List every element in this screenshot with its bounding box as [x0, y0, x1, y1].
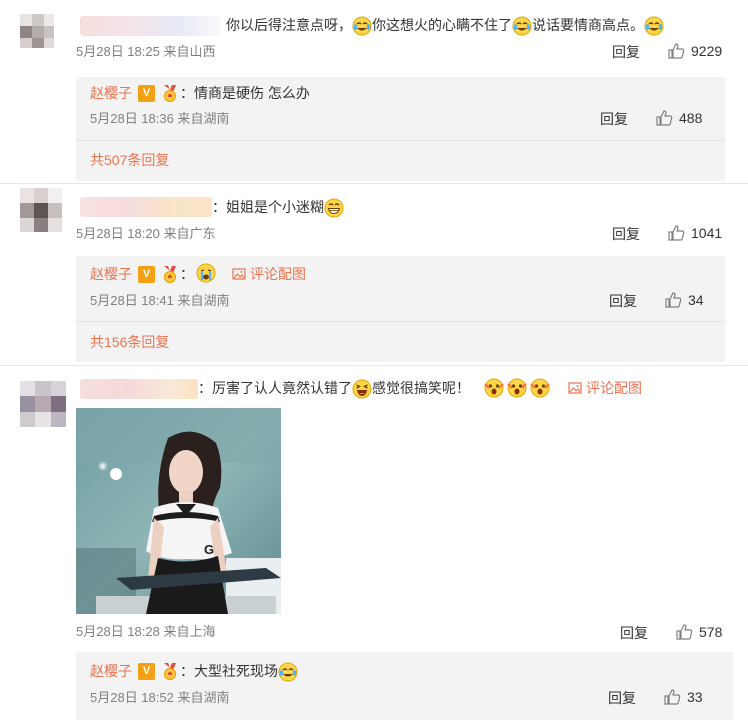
- like-button[interactable]: 488: [655, 109, 702, 127]
- vip-badge-icon: V: [138, 266, 155, 283]
- laugh-emoji: [352, 379, 372, 399]
- thumb-up-icon: [665, 292, 682, 308]
- scream-emoji: [507, 378, 527, 398]
- reply-button[interactable]: 回复: [612, 225, 640, 243]
- comment-text: 你以后得注意点呀， 你这想火的心瞒不住了 说话要情商高点。: [226, 15, 664, 36]
- laugh-cry-emoji: [512, 16, 532, 36]
- scream-emoji: [484, 378, 504, 398]
- vip-badge-icon: V: [138, 85, 155, 102]
- comment-text: ：厉害了认人竟然认错了 感觉很搞笑呢！: [198, 378, 470, 399]
- like-count: 34: [688, 292, 704, 308]
- separator: [0, 365, 748, 366]
- reply-text: ：情商是硬伤 怎么办: [180, 85, 310, 101]
- like-count: 9229: [691, 43, 723, 59]
- reply-box: 赵樱子 V ：大型社死现场 5月28日 18:52 来自湖南 回复 33: [76, 652, 733, 720]
- reply-button[interactable]: 回复: [612, 43, 640, 61]
- thumb-up-icon: [676, 624, 693, 640]
- total-replies-link[interactable]: 共156条回复: [90, 333, 169, 351]
- image-icon: [568, 382, 582, 394]
- username-blurred[interactable]: [80, 16, 220, 36]
- image-icon: [232, 268, 246, 280]
- divider: [76, 140, 725, 141]
- reply-button[interactable]: 回复: [620, 624, 648, 642]
- thumb-up-icon: [664, 689, 681, 705]
- separator: [0, 183, 748, 184]
- comment-meta: 5月28日 18:25 来自山西: [76, 44, 216, 59]
- reply-box: 赵樱子 V ：情商是硬伤 怎么办 5月28日 18:36 来自湖南 回复 488…: [76, 77, 725, 181]
- reply-box: 赵樱子 V ： 评论配图 5月28日 18:41 来自湖南 回复 34 共156…: [76, 256, 725, 362]
- medal-icon: [164, 266, 176, 283]
- reply-button[interactable]: 回复: [600, 110, 628, 128]
- like-count: 1041: [691, 225, 723, 241]
- username-blurred[interactable]: [80, 379, 198, 399]
- medal-icon: [164, 663, 176, 680]
- like-count: 578: [699, 624, 723, 640]
- reply-meta: 5月28日 18:52 来自湖南: [90, 690, 230, 705]
- reply-author[interactable]: 赵樱子: [90, 83, 132, 103]
- reply-author[interactable]: 赵樱子: [90, 264, 132, 284]
- thumb-up-icon: [668, 43, 685, 59]
- like-button[interactable]: 578: [675, 623, 722, 641]
- comment-image-link[interactable]: 评论配图: [568, 378, 642, 398]
- like-button[interactable]: 34: [664, 291, 704, 309]
- avatar[interactable]: [20, 14, 54, 48]
- divider: [76, 321, 725, 322]
- like-button[interactable]: 33: [663, 688, 703, 706]
- like-button[interactable]: 1041: [667, 224, 722, 242]
- reply-text: ：: [180, 266, 194, 282]
- avatar[interactable]: [20, 188, 62, 232]
- thumb-up-icon: [656, 110, 673, 126]
- comment-meta: 5月28日 18:20 来自广东: [76, 226, 216, 241]
- avatar[interactable]: [20, 381, 66, 427]
- reply-meta: 5月28日 18:36 来自湖南: [90, 111, 230, 126]
- laugh-cry-emoji: [278, 662, 298, 682]
- reply-text: ：大型社死现场: [180, 661, 298, 682]
- like-button[interactable]: 9229: [667, 42, 722, 60]
- like-count: 488: [679, 110, 703, 126]
- scream-emoji: [530, 378, 550, 398]
- like-count: 33: [687, 689, 703, 705]
- total-replies-link[interactable]: 共507条回复: [90, 151, 169, 169]
- thumb-up-icon: [668, 225, 685, 241]
- reply-author[interactable]: 赵樱子: [90, 661, 132, 681]
- reply-meta: 5月28日 18:41 来自湖南: [90, 293, 230, 308]
- cry-emoji: [196, 263, 216, 283]
- comment-photo[interactable]: G: [76, 408, 281, 614]
- vip-badge-icon: V: [138, 663, 155, 680]
- medal-icon: [164, 85, 176, 102]
- laugh-cry-emoji: [644, 16, 664, 36]
- grin-emoji: [324, 198, 344, 218]
- comment-image-link[interactable]: 评论配图: [232, 264, 306, 284]
- reply-button[interactable]: 回复: [608, 689, 636, 707]
- username-blurred[interactable]: [80, 197, 212, 217]
- comment-text: ：姐姐是个小迷糊: [212, 197, 344, 218]
- laugh-cry-emoji: [352, 16, 372, 36]
- reply-button[interactable]: 回复: [609, 292, 637, 310]
- comment-meta: 5月28日 18:28 来自上海: [76, 624, 216, 639]
